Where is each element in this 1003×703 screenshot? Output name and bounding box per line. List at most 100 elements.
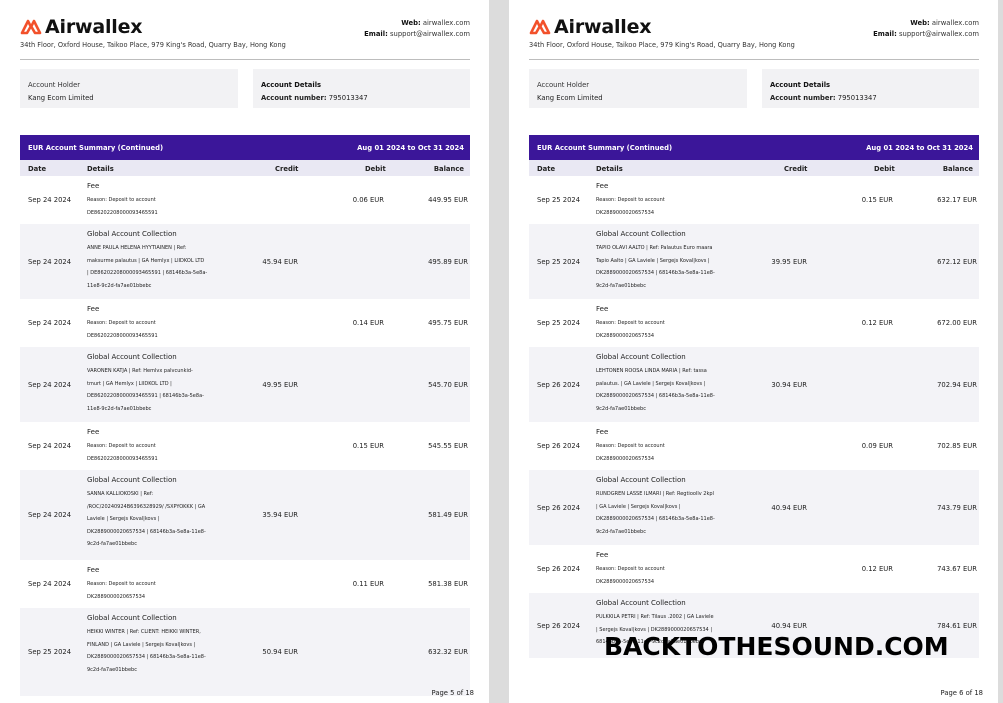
row-detail-line: Reason: Deposit to account xyxy=(87,581,156,587)
table-row: Sep 25 2024 Fee Reason: Deposit to account… xyxy=(529,299,979,347)
account-number: Account number: 795013347 xyxy=(770,94,877,102)
row-date: Sep 25 2024 xyxy=(537,319,581,327)
col-balance: Balance xyxy=(942,165,973,173)
row-details: Global Account Collection HEIKKI WINTER |… xyxy=(87,612,247,676)
statement-page-5: Airwallex 34th Floor, Oxford House, Taik… xyxy=(0,0,489,703)
row-date: Sep 26 2024 xyxy=(537,565,581,573)
web-value: airwallex.com xyxy=(931,19,979,27)
page-number: Page 6 of 18 xyxy=(940,689,983,697)
row-balance: 743.67 EUR xyxy=(937,565,977,573)
row-detail-line: DK2889000020657534 | 6814​6b3a-5e8a-11e8… xyxy=(596,270,715,276)
web-label: Web: xyxy=(910,19,930,27)
row-date: Sep 26 2024 xyxy=(537,381,581,389)
summary-date-range: Aug 01 2024 to Oct 31 2024 xyxy=(357,144,464,152)
account-number: Account number: 795013347 xyxy=(261,94,368,102)
statement-page-6: Airwallex 34th Floor, Oxford House, Taik… xyxy=(509,0,998,703)
row-debit: 0.15 EUR xyxy=(861,196,893,204)
row-detail-line: DK2889000020657534 xyxy=(596,455,655,462)
table-row: Sep 24 2024 Global Account Collection SANN… xyxy=(20,470,470,560)
row-title: Fee xyxy=(596,182,609,190)
table-row: Sep 26 2024 Fee Reason: Deposit to account… xyxy=(529,422,979,470)
summary-date-range: Aug 01 2024 to Oct 31 2024 xyxy=(866,144,973,152)
account-number-value: 795013347 xyxy=(837,94,877,102)
summary-band: EUR Account Summary (Continued) Aug 01 2… xyxy=(20,135,470,160)
web-label: Web: xyxy=(401,19,421,27)
email-label: Email: xyxy=(873,30,897,38)
row-detail-line: 11e8-9c2d-fa7ae01bbebc xyxy=(87,405,152,412)
row-balance: 545.55 EUR xyxy=(428,442,468,450)
table-row: Sep 25 2024 Global Account Collection HEIK… xyxy=(20,608,470,696)
row-details: Global Account Collection TAPIO OLAVI AAL… xyxy=(596,228,756,292)
company-address: 34th Floor, Oxford House, Taikoo Place, … xyxy=(529,41,795,49)
table-row: Sep 25 2024 Fee Reason: Deposit to account… xyxy=(529,176,979,224)
col-details: Details xyxy=(87,165,114,173)
col-date: Date xyxy=(537,165,556,173)
row-credit: 35.94 EUR xyxy=(262,511,298,519)
row-balance: 632.17 EUR xyxy=(937,196,977,204)
col-credit: Credit xyxy=(784,165,808,173)
row-detail-line: FINLAND | GA Laviele | Sergejs Koval|kov… xyxy=(87,641,196,648)
row-date: Sep 25 2024 xyxy=(28,648,72,656)
row-date: Sep 24 2024 xyxy=(28,511,72,519)
row-details: Global Account Collection RUNDGREN LASSE … xyxy=(596,474,756,538)
row-detail-line: DK2889000020657534 | 6814​6b3a-5e8a-11e8… xyxy=(596,393,715,399)
row-details: Global Account Collection VARONEN KATJA |… xyxy=(87,351,247,415)
row-detail-line: 9c2d-fa7ae01bbebc xyxy=(596,528,646,535)
row-details: Fee Reason: Deposit to account DE862022080… xyxy=(87,180,247,219)
row-debit: 0.11 EUR xyxy=(352,580,384,588)
row-date: Sep 24 2024 xyxy=(28,442,72,450)
account-holder-label: Account Holder xyxy=(537,81,590,89)
row-balance: 702.85 EUR xyxy=(937,442,977,450)
row-detail-line: DK2889000020657534 xyxy=(87,593,146,600)
row-debit: 0.14 EUR xyxy=(352,319,384,327)
web-value: airwallex.com xyxy=(422,19,470,27)
summary-title: EUR Account Summary (Continued) xyxy=(28,144,164,152)
row-debit: 0.12 EUR xyxy=(861,319,893,327)
account-holder-box: Account Holder Kang Ecom Limited xyxy=(20,69,238,108)
row-details: Fee Reason: Deposit to account DK288900002… xyxy=(596,303,756,342)
email-value: support@airwallex.com xyxy=(389,30,470,38)
row-balance: 545.70 EUR xyxy=(428,381,468,389)
row-date: Sep 25 2024 xyxy=(537,258,581,266)
row-detail-line: 9c2d-fa7ae01bbebc xyxy=(87,666,137,673)
row-date: Sep 24 2024 xyxy=(28,196,72,204)
row-balance: 672.00 EUR xyxy=(937,319,977,327)
row-detail-line: Laviele | Sergejs Koval|kovs | xyxy=(87,516,160,522)
row-detail-line: DK2889000020657534 | 6814​6b3a-5e8a-11e8… xyxy=(87,528,206,535)
row-detail-line: | GA Laviele | Sergejs Koval|kovs | xyxy=(596,503,681,510)
row-detail-line: 11e8-9c2d-fa7ae01bbebc xyxy=(87,282,152,289)
row-title: Global Account Collection xyxy=(596,599,686,607)
row-balance: 743.79 EUR xyxy=(937,504,977,512)
row-details: Fee Reason: Deposit to account DE862022080… xyxy=(87,426,247,465)
row-detail-line: 9c2d-fa7ae01bbebc xyxy=(596,405,646,412)
row-detail-line: VARONEN KATJA | Ref: Hemlvx palvcunkid- xyxy=(87,368,193,374)
row-credit: 30.94 EUR xyxy=(771,381,807,389)
row-detail-line: LEHTONEN ROOSA LINDA MARIA | Ref: tassa xyxy=(596,368,707,374)
account-details-label: Account Details xyxy=(261,81,322,89)
table-header: Date Details Credit Debit Balance xyxy=(20,160,470,176)
row-title: Fee xyxy=(87,305,100,313)
row-title: Fee xyxy=(87,428,100,436)
row-detail-line: Reason: Deposit to account xyxy=(596,443,665,449)
row-balance: 632.32 EUR xyxy=(428,648,468,656)
account-details-box: Account Details Account number: 79501334… xyxy=(253,69,470,108)
account-number-value: 795013347 xyxy=(328,94,368,102)
col-balance: Balance xyxy=(433,165,464,173)
brand-logo: Airwallex xyxy=(529,16,652,38)
row-title: Global Account Collection xyxy=(596,353,686,361)
table-row: Sep 26 2024 Global Account Collection RUND… xyxy=(529,470,979,545)
contact-block: Web: airwallex.com Email: support@airwal… xyxy=(364,18,470,40)
row-detail-line: TAPIO OLAVI AALTO | Ref: Palautus Euro m… xyxy=(596,245,713,251)
row-detail-line: | DE86202208000093465591 | 6814​6b3a-5e8… xyxy=(87,270,208,276)
contact-block: Web: airwallex.com Email: support@airwal… xyxy=(873,18,979,40)
row-date: Sep 26 2024 xyxy=(537,504,581,512)
page-number: Page 5 of 18 xyxy=(431,689,474,697)
col-credit: Credit xyxy=(275,165,299,173)
row-detail-line: Reason: Deposit to account xyxy=(596,566,665,572)
row-balance: 702.94 EUR xyxy=(937,381,977,389)
table-row: Sep 26 2024 Fee Reason: Deposit to account… xyxy=(529,545,979,593)
header-divider xyxy=(20,59,470,60)
row-title: Fee xyxy=(596,305,609,313)
col-debit: Debit xyxy=(365,165,386,173)
row-detail-line: Tapio Aalto | GA Laviele | Sergejs Koval… xyxy=(596,257,710,264)
